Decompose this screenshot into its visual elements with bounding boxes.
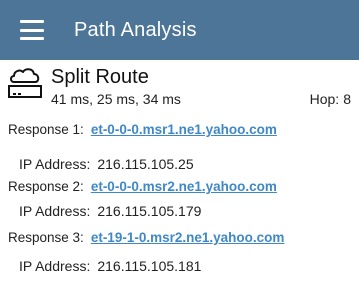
- ip-address-label: IP Address:: [19, 258, 91, 274]
- hop-label: Hop:: [309, 91, 340, 107]
- route-header: Split Route 41 ms, 25 ms, 34 ms Hop: 8: [0, 60, 359, 112]
- ip-address-row: IP Address: 216.115.105.181: [19, 258, 201, 274]
- hop-count: Hop: 8: [310, 91, 351, 107]
- ip-address-value: 216.115.105.181: [97, 258, 202, 274]
- route-times: 41 ms, 25 ms, 34 ms: [51, 91, 181, 107]
- ip-address-value: 216.115.105.179: [97, 203, 202, 219]
- ip-address-label: IP Address:: [19, 156, 91, 172]
- response-host-link[interactable]: et-19-1-0.msr2.ne1.yahoo.com: [91, 230, 285, 245]
- response-host-link[interactable]: et-0-0-0.msr1.ne1.yahoo.com: [91, 122, 277, 137]
- response-label: Response 2:: [8, 179, 84, 194]
- ip-address-row: IP Address: 216.115.105.25: [19, 156, 194, 172]
- path-analysis-content: Split Route 41 ms, 25 ms, 34 ms Hop: 8 Re…: [0, 60, 359, 274]
- hop-value: 8: [343, 91, 351, 107]
- response-row: Response 2: et-0-0-0.msr2.ne1.yahoo.com: [8, 179, 277, 194]
- response-host-link[interactable]: et-0-0-0.msr2.ne1.yahoo.com: [91, 179, 277, 194]
- ip-address-label: IP Address:: [19, 203, 91, 219]
- response-row: Response 3: et-19-1-0.msr2.ne1.yahoo.com: [8, 230, 284, 245]
- cloud-router-icon: [8, 68, 42, 98]
- response-label: Response 1:: [8, 122, 84, 137]
- ip-address-value: 216.115.105.25: [97, 156, 194, 172]
- ip-address-row: IP Address: 216.115.105.179: [19, 203, 201, 219]
- app-bar: Path Analysis: [0, 0, 359, 60]
- page-title: Path Analysis: [74, 18, 197, 41]
- response-label: Response 3:: [8, 230, 84, 245]
- hamburger-menu-icon[interactable]: [20, 20, 44, 40]
- response-row: Response 1: et-0-0-0.msr1.ne1.yahoo.com: [8, 122, 277, 137]
- route-title: Split Route: [51, 66, 149, 88]
